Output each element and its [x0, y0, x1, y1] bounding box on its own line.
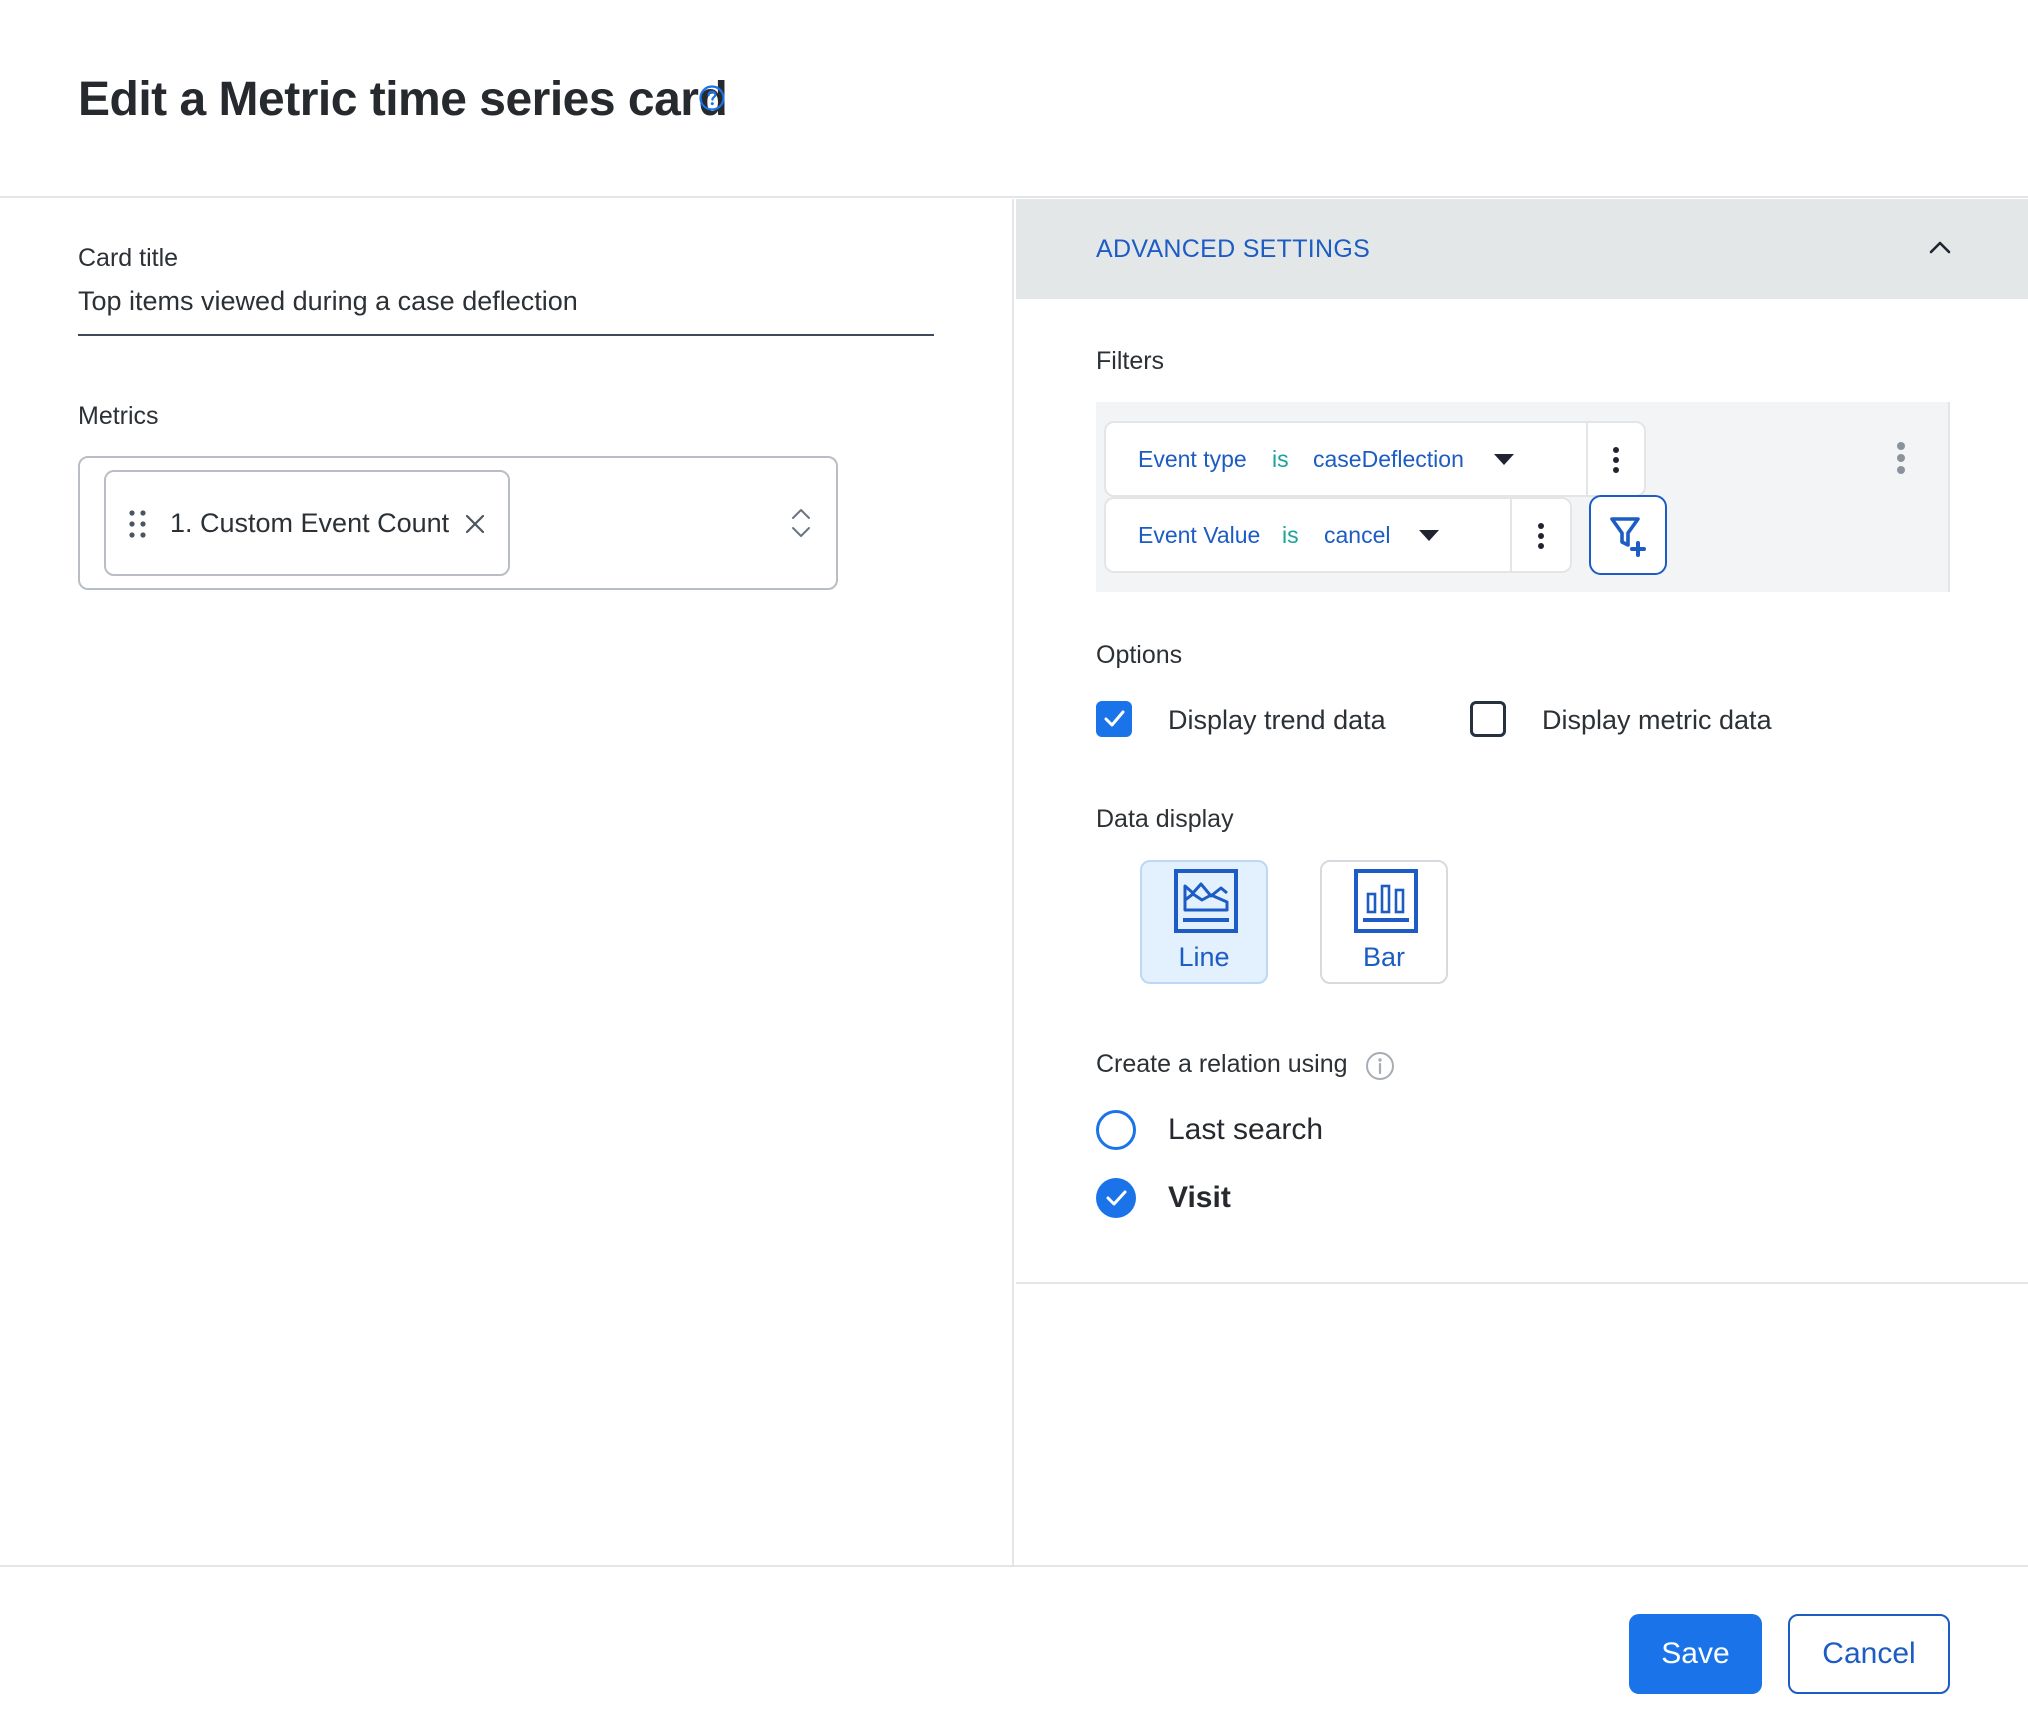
display-metric-label: Display metric data [1542, 705, 1772, 735]
visit-radio[interactable] [1096, 1178, 1136, 1218]
close-icon[interactable] [464, 513, 486, 535]
card-title-label: Card title [78, 244, 179, 272]
data-display-label: Data display [1096, 805, 1234, 833]
bar-chart-icon [1354, 869, 1418, 933]
filter-add-icon [1610, 517, 1646, 557]
filter-field: Event type [1138, 446, 1247, 472]
filter-operator: is [1282, 522, 1299, 548]
display-trend-checkbox[interactable] [1096, 701, 1132, 737]
section-divider [1016, 1282, 2028, 1284]
filter-field: Event Value [1138, 522, 1261, 548]
dialog-header: Edit a Metric time series card [0, 0, 2028, 198]
save-button[interactable]: Save [1629, 1614, 1762, 1694]
advanced-settings-title: ADVANCED SETTINGS [1096, 235, 1371, 263]
cancel-button[interactable]: Cancel [1788, 1614, 1950, 1694]
dialog-title: Edit a Metric time series card [78, 73, 728, 126]
drag-handle-icon[interactable] [128, 509, 148, 539]
filter-divider [1586, 421, 1588, 497]
last-search-label: Last search [1168, 1113, 1324, 1146]
filter-operator: is [1272, 446, 1289, 472]
display-trend-label: Display trend data [1168, 705, 1386, 735]
info-icon[interactable] [1365, 1051, 1395, 1081]
check-icon [1106, 1190, 1127, 1206]
filter-divider [1510, 497, 1512, 573]
caret-down-icon[interactable] [1494, 454, 1514, 465]
more-vertical-icon[interactable] [1613, 447, 1619, 473]
chevron-up-down-icon[interactable] [790, 507, 812, 539]
card-title-input[interactable]: Top items viewed during a case deflectio… [78, 286, 578, 317]
chevron-up-icon[interactable] [1928, 238, 1952, 256]
display-metric-checkbox[interactable] [1470, 701, 1506, 737]
filter-value: caseDeflection [1313, 446, 1464, 472]
line-chart-icon [1174, 869, 1238, 933]
metric-chip-label: 1. Custom Event Count [170, 508, 450, 538]
card-title-underline [78, 334, 934, 336]
more-vertical-icon[interactable] [1896, 442, 1905, 474]
last-search-radio[interactable] [1096, 1110, 1136, 1150]
add-filter-button[interactable] [1589, 495, 1667, 575]
options-label: Options [1096, 641, 1183, 669]
line-display-label: Line [1178, 942, 1230, 972]
caret-down-icon[interactable] [1419, 530, 1439, 541]
filters-label: Filters [1096, 347, 1165, 375]
filter-value: cancel [1324, 522, 1391, 548]
relation-label: Create a relation using [1096, 1050, 1348, 1078]
visit-label: Visit [1168, 1181, 1231, 1214]
bar-display-label: Bar [1362, 942, 1406, 972]
metrics-label: Metrics [78, 402, 159, 430]
check-icon [1104, 710, 1125, 727]
more-vertical-icon[interactable] [1538, 523, 1544, 549]
help-circle-icon[interactable] [698, 84, 726, 112]
